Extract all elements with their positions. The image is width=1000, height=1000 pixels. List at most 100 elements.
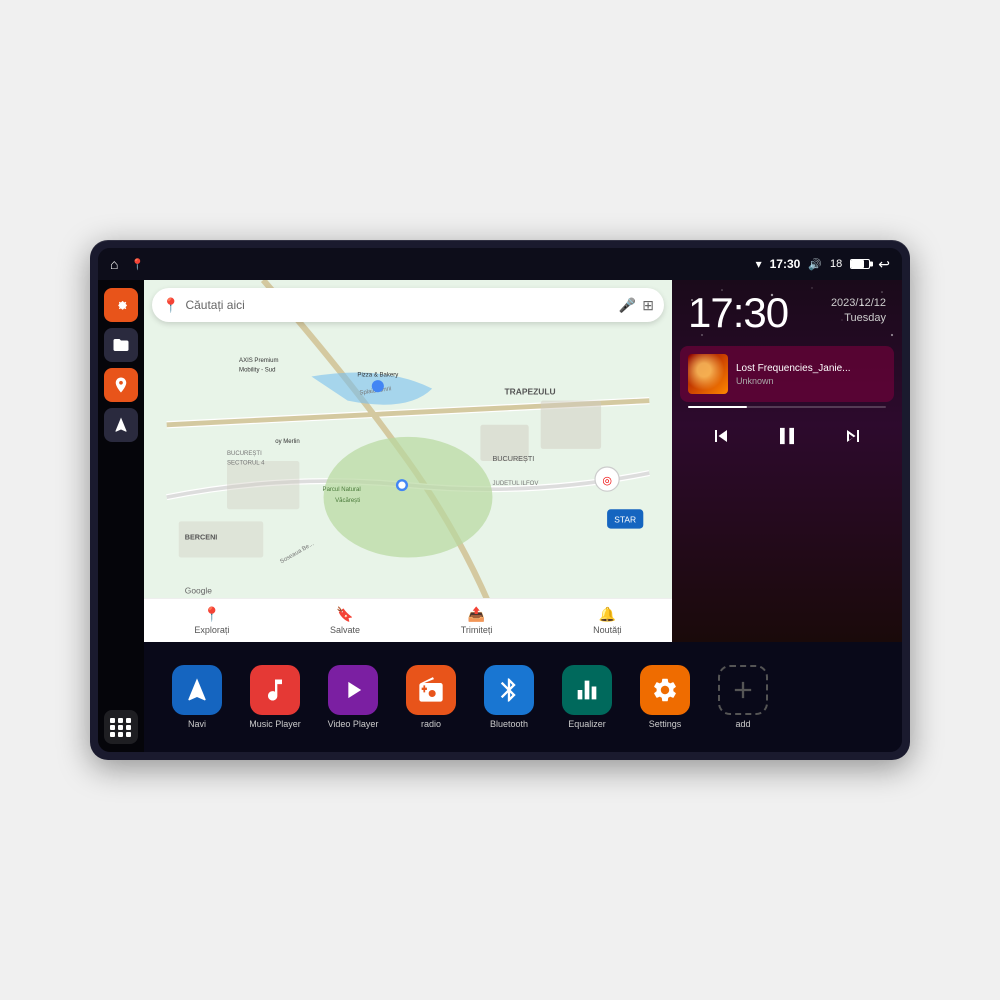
svg-text:JUDETUL ILFOV: JUDETUL ILFOV [492, 481, 538, 487]
svg-text:Parcul Natural: Parcul Natural [323, 487, 361, 493]
bluetooth-label: Bluetooth [490, 719, 528, 729]
app-add[interactable]: add [706, 665, 780, 729]
saved-label: Salvate [330, 625, 360, 635]
progress-fill [688, 406, 747, 408]
music-date: 2023/12/12 Tuesday [831, 296, 886, 327]
music-label: Music Player [249, 719, 301, 729]
car-head-unit: ⌂ 📍 ▾ 17:30 🔊 18 ↩ [90, 240, 910, 760]
svg-text:Pizza & Bakery: Pizza & Bakery [357, 373, 398, 379]
map-google-pin: 📍 [162, 297, 179, 314]
map-svg: TRAPEZULU BUCUREȘTI JUDETUL ILFOV BERCEN… [144, 280, 672, 642]
date-day: Tuesday [831, 311, 886, 326]
music-controls [672, 408, 902, 464]
send-icon: 📤 [468, 606, 485, 623]
sidebar-folder-btn[interactable] [104, 328, 138, 362]
sidebar-apps-btn[interactable] [104, 710, 138, 744]
back-icon[interactable]: ↩ [878, 256, 890, 273]
radio-icon [406, 665, 456, 715]
status-left: ⌂ 📍 [110, 256, 144, 272]
video-label: Video Player [328, 719, 379, 729]
map-panel[interactable]: TRAPEZULU BUCUREȘTI JUDETUL ILFOV BERCEN… [144, 280, 672, 642]
status-right: ▾ 17:30 🔊 18 ↩ [756, 256, 890, 273]
svg-text:TRAPEZULU: TRAPEZULU [505, 387, 556, 397]
app-settings[interactable]: Settings [628, 665, 702, 729]
date-year: 2023/12/12 [831, 296, 886, 311]
map-search-bar[interactable]: 📍 Căutați aici 🎤 ⊞ [152, 288, 664, 322]
svg-text:oy Merlin: oy Merlin [275, 439, 299, 445]
top-panels: TRAPEZULU BUCUREȘTI JUDETUL ILFOV BERCEN… [144, 280, 902, 642]
explore-icon: 📍 [203, 606, 220, 623]
settings-icon [640, 665, 690, 715]
home-icon[interactable]: ⌂ [110, 256, 118, 272]
map-search-text: Căutați aici [185, 298, 612, 312]
news-icon: 🔔 [599, 606, 616, 623]
map-bottom-nav: 📍 Explorați 🔖 Salvate 📤 Trimiteți [144, 598, 672, 642]
svg-text:AXIS Premium: AXIS Premium [239, 358, 278, 364]
navi-label: Navi [188, 719, 206, 729]
svg-text:◎: ◎ [602, 475, 611, 487]
app-music[interactable]: Music Player [238, 665, 312, 729]
music-panel: 17:30 2023/12/12 Tuesday [672, 280, 902, 642]
send-label: Trimiteți [461, 625, 493, 635]
track-name: Lost Frequencies_Janie... [736, 363, 886, 374]
apps-grid-icon [110, 718, 132, 737]
music-progress-bar[interactable] [688, 406, 886, 408]
music-clock: 17:30 [688, 292, 788, 334]
location-status-icon: 📍 [130, 258, 144, 271]
app-navi[interactable]: Navi [160, 665, 234, 729]
add-label: add [735, 719, 750, 729]
battery-level: 18 [830, 258, 842, 270]
sidebar-settings-btn[interactable] [104, 288, 138, 322]
settings-label: Settings [649, 719, 682, 729]
clock-display: 17:30 [688, 292, 788, 334]
news-label: Noutăți [593, 625, 622, 635]
track-artist: Unknown [736, 376, 886, 386]
add-icon [718, 665, 768, 715]
video-icon [328, 665, 378, 715]
map-nav-send[interactable]: 📤 Trimiteți [461, 606, 493, 635]
album-art-image [688, 354, 728, 394]
svg-text:Văcărești: Văcărești [335, 498, 360, 504]
main-content: TRAPEZULU BUCUREȘTI JUDETUL ILFOV BERCEN… [98, 280, 902, 752]
sidebar-navi-btn[interactable] [104, 408, 138, 442]
screen: ⌂ 📍 ▾ 17:30 🔊 18 ↩ [98, 248, 902, 752]
track-info: Lost Frequencies_Janie... Unknown [736, 363, 886, 386]
sidebar-maps-btn[interactable] [104, 368, 138, 402]
app-radio[interactable]: radio [394, 665, 468, 729]
app-bluetooth[interactable]: Bluetooth [472, 665, 546, 729]
status-time: 17:30 [770, 257, 801, 271]
app-equalizer[interactable]: Equalizer [550, 665, 624, 729]
app-grid-section: Navi Music Player Video Player [144, 642, 902, 752]
svg-text:BUCUREȘTI: BUCUREȘTI [227, 451, 262, 457]
map-nav-explore[interactable]: 📍 Explorați [194, 606, 229, 635]
wifi-icon: ▾ [756, 257, 762, 271]
status-bar: ⌂ 📍 ▾ 17:30 🔊 18 ↩ [98, 248, 902, 280]
map-nav-news[interactable]: 🔔 Noutăți [593, 606, 622, 635]
navi-icon [172, 665, 222, 715]
svg-text:Google: Google [185, 586, 213, 596]
battery-fill [851, 260, 864, 268]
music-icon [250, 665, 300, 715]
next-button[interactable] [835, 418, 871, 454]
svg-text:STAR: STAR [614, 515, 636, 525]
music-track-section: Lost Frequencies_Janie... Unknown [680, 346, 894, 402]
svg-text:BUCUREȘTI: BUCUREȘTI [492, 454, 534, 463]
mic-icon[interactable]: 🎤 [619, 297, 636, 314]
center-area: TRAPEZULU BUCUREȘTI JUDETUL ILFOV BERCEN… [144, 280, 902, 752]
pause-button[interactable] [769, 418, 805, 454]
svg-text:SECTORUL 4: SECTORUL 4 [227, 461, 265, 467]
app-video[interactable]: Video Player [316, 665, 390, 729]
svg-text:Mobility - Sud: Mobility - Sud [239, 368, 275, 374]
explore-label: Explorați [194, 625, 229, 635]
bluetooth-icon [484, 665, 534, 715]
saved-icon: 🔖 [336, 606, 353, 623]
map-search-icons: 🎤 ⊞ [619, 297, 654, 314]
battery-icon [850, 259, 870, 269]
radio-label: radio [421, 719, 441, 729]
prev-button[interactable] [703, 418, 739, 454]
svg-text:BERCENI: BERCENI [185, 532, 218, 541]
music-time-section: 17:30 2023/12/12 Tuesday [672, 280, 902, 342]
equalizer-icon [562, 665, 612, 715]
map-nav-saved[interactable]: 🔖 Salvate [330, 606, 360, 635]
layers-icon[interactable]: ⊞ [642, 297, 654, 314]
